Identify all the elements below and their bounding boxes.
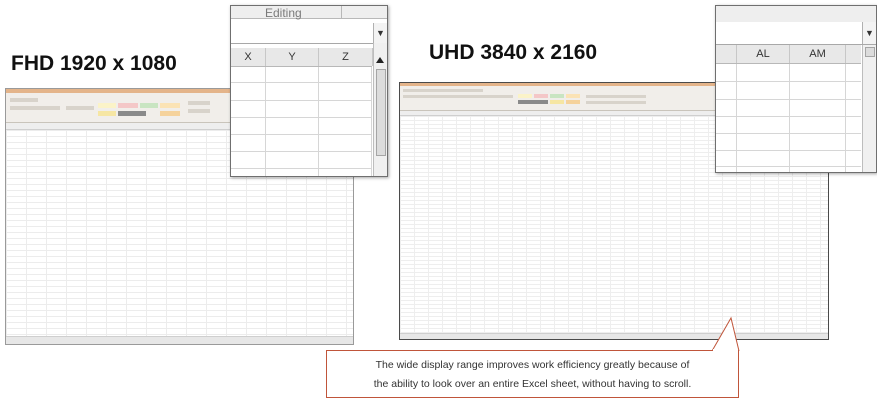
callout-text-line-1: The wide display range improves work eff… [375,359,690,371]
column-header-z[interactable]: Z [319,48,373,66]
uhd-ribbon-edge [716,6,876,23]
column-header-al[interactable]: AL [737,45,790,63]
column-header-am[interactable]: AM [790,45,846,63]
chevron-down-icon[interactable]: ▼ [862,22,876,44]
column-header-y[interactable]: Y [266,48,319,66]
uhd-formula-bar[interactable]: ▼ [716,22,876,45]
fhd-formula-bar[interactable]: ▼ [231,23,387,44]
fhd-zoom-inset: Editing ▼ X Y Z [230,5,388,177]
column-header-partial[interactable] [716,45,737,63]
fhd-label: FHD 1920 x 1080 [11,52,177,75]
column-header-x[interactable]: X [231,48,266,66]
editing-label: Editing [265,6,302,20]
callout-pointer-gap [713,349,738,352]
fhd-status-bar [6,336,353,344]
chevron-down-icon[interactable]: ▼ [373,23,387,43]
uhd-zoom-inset: ▼ AL AM [715,5,877,173]
uhd-status-bar [400,333,828,339]
fhd-zoom-column-headers: X Y Z [231,48,373,67]
callout-box: The wide display range improves work eff… [326,350,739,398]
uhd-vertical-scrollbar[interactable] [862,45,876,172]
callout-text-line-2: the ability to look over an entire Excel… [373,378,692,390]
scroll-thumb[interactable] [376,69,386,156]
editing-group-bar: Editing [231,6,387,20]
fhd-vertical-scrollbar[interactable] [373,43,387,176]
uhd-zoom-column-headers: AL AM [716,45,861,64]
uhd-label: UHD 3840 x 2160 [429,41,598,64]
scroll-thumb[interactable] [865,47,875,57]
scroll-up-arrow-icon[interactable] [376,57,384,63]
